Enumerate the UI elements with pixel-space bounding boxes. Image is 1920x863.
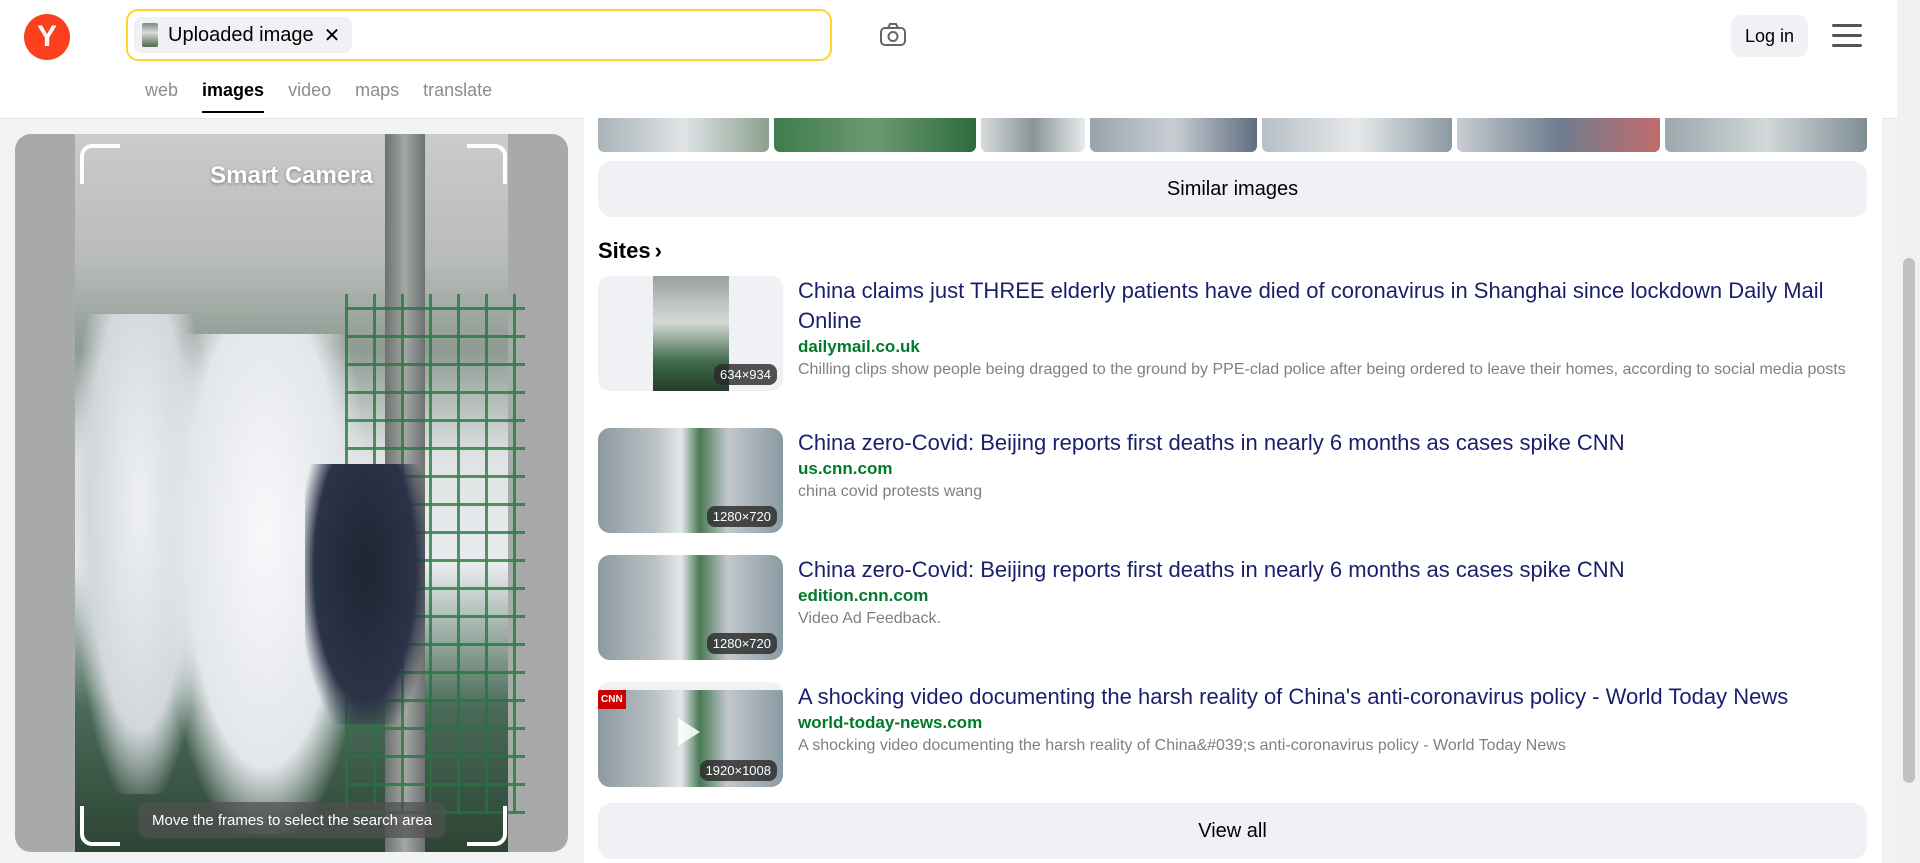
similar-image-thumb[interactable] bbox=[1262, 118, 1452, 152]
tab-video[interactable]: video bbox=[288, 80, 331, 113]
similar-image-thumb[interactable] bbox=[598, 118, 769, 152]
menu-icon[interactable] bbox=[1832, 24, 1862, 48]
result-title[interactable]: China claims just THREE elderly patients… bbox=[798, 276, 1867, 336]
photo-figure bbox=[305, 464, 425, 724]
cnn-logo-badge: CNN bbox=[598, 690, 626, 709]
uploaded-photo bbox=[75, 134, 525, 852]
result-description: Chilling clips show people being dragged… bbox=[798, 361, 1846, 378]
result-title[interactable]: China zero-Covid: Beijing reports first … bbox=[798, 428, 1867, 458]
result-description: china covid protests wang bbox=[798, 483, 983, 500]
search-box[interactable]: Uploaded image ✕ bbox=[126, 9, 832, 61]
similar-image-thumb[interactable] bbox=[1090, 118, 1257, 152]
site-result[interactable]: 1280×720 China zero-Covid: Beijing repor… bbox=[598, 555, 1867, 665]
site-result[interactable]: CNN 1920×1008 A shocking video documenti… bbox=[598, 682, 1867, 792]
similar-images-strip bbox=[598, 118, 1867, 152]
image-size-badge: 1920×1008 bbox=[699, 760, 777, 781]
sites-heading-label: Sites bbox=[598, 238, 651, 263]
crop-hint: Move the frames to select the search are… bbox=[138, 802, 447, 838]
login-button[interactable]: Log in bbox=[1731, 15, 1808, 57]
similar-image-thumb[interactable] bbox=[774, 118, 976, 152]
view-all-button[interactable]: View all bbox=[598, 803, 1867, 859]
similar-image-thumb[interactable] bbox=[1665, 118, 1867, 152]
uploaded-image-label: Uploaded image bbox=[168, 23, 314, 46]
close-icon[interactable]: ✕ bbox=[324, 23, 341, 48]
uploaded-image-chip[interactable]: Uploaded image ✕ bbox=[134, 17, 353, 53]
result-description: Video Ad Feedback. bbox=[798, 610, 941, 627]
tab-web[interactable]: web bbox=[145, 80, 178, 113]
result-thumbnail[interactable]: 634×934 bbox=[598, 276, 783, 391]
result-thumbnail[interactable]: CNN 1920×1008 bbox=[598, 682, 783, 787]
similar-image-thumb[interactable] bbox=[981, 118, 1085, 152]
image-size-badge: 1280×720 bbox=[706, 506, 777, 527]
result-description: A shocking video documenting the harsh r… bbox=[798, 737, 1566, 754]
header: Y Uploaded image ✕ Log in web images vid… bbox=[0, 0, 1897, 119]
result-title[interactable]: China zero-Covid: Beijing reports first … bbox=[798, 555, 1867, 585]
result-domain[interactable]: edition.cnn.com bbox=[798, 585, 1867, 607]
camera-search-icon[interactable] bbox=[878, 20, 908, 50]
search-tabs: web images video maps translate bbox=[145, 80, 492, 113]
smart-camera-title: Smart Camera bbox=[210, 162, 373, 189]
smart-camera-panel: Smart Camera Move the frames to select t… bbox=[15, 134, 568, 852]
similar-image-thumb[interactable] bbox=[1457, 118, 1660, 152]
page-scrollbar-thumb[interactable] bbox=[1903, 258, 1915, 783]
crop-handle-bottom-right[interactable] bbox=[467, 806, 507, 846]
chevron-right-icon: › bbox=[654, 238, 662, 263]
site-result[interactable]: 634×934 China claims just THREE elderly … bbox=[598, 276, 1867, 406]
site-result[interactable]: 1280×720 China zero-Covid: Beijing repor… bbox=[598, 428, 1867, 538]
result-thumbnail[interactable]: 1280×720 bbox=[598, 555, 783, 660]
tab-maps[interactable]: maps bbox=[355, 80, 399, 113]
play-icon bbox=[678, 718, 700, 746]
sites-heading[interactable]: Sites › bbox=[598, 238, 662, 264]
results-panel: Similar images Sites › 634×934 China cla… bbox=[584, 118, 1882, 863]
image-size-badge: 634×934 bbox=[714, 364, 777, 385]
result-title[interactable]: A shocking video documenting the harsh r… bbox=[798, 682, 1867, 712]
yandex-logo[interactable]: Y bbox=[24, 14, 70, 60]
similar-images-button[interactable]: Similar images bbox=[598, 161, 1867, 217]
result-domain[interactable]: us.cnn.com bbox=[798, 458, 1867, 480]
result-domain[interactable]: world-today-news.com bbox=[798, 712, 1867, 734]
uploaded-image-thumbnail bbox=[142, 23, 158, 47]
tab-translate[interactable]: translate bbox=[423, 80, 492, 113]
result-thumbnail[interactable]: 1280×720 bbox=[598, 428, 783, 533]
result-domain[interactable]: dailymail.co.uk bbox=[798, 336, 1867, 358]
image-size-badge: 1280×720 bbox=[706, 633, 777, 654]
crop-handle-bottom-left[interactable] bbox=[80, 806, 120, 846]
tab-images[interactable]: images bbox=[202, 80, 265, 113]
